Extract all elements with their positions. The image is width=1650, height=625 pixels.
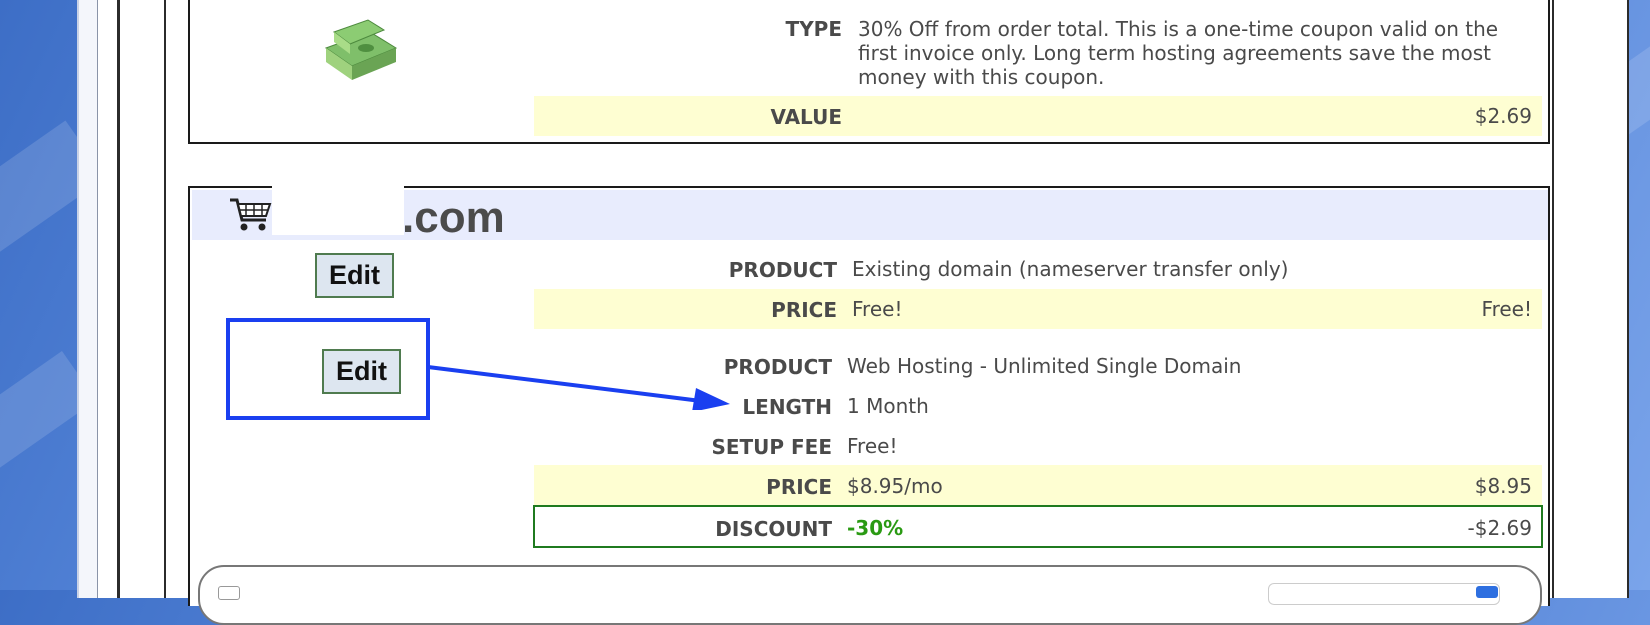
domain-suffix: .com (402, 193, 505, 242)
next-panel-checkbox[interactable] (218, 586, 240, 600)
coupon-value-amount: $2.69 (1474, 104, 1532, 128)
next-panel-toggle[interactable] (1476, 586, 1498, 598)
hosting-price-label: PRICE (766, 475, 832, 499)
hosting-product-value: Web Hosting - Unlimited Single Domain (847, 354, 1242, 378)
domain-price-amount: Free! (1481, 297, 1532, 321)
redacted-domain-name (272, 185, 404, 235)
next-panel-field[interactable] (1268, 583, 1500, 605)
hosting-discount-amount: -$2.69 (1467, 516, 1532, 540)
hosting-length-value: 1 Month (847, 394, 929, 418)
shopping-cart-icon (228, 194, 272, 234)
coupon-type-line-1: 30% Off from order total. This is a one-… (858, 17, 1499, 41)
hosting-discount-label: DISCOUNT (715, 517, 832, 541)
hosting-setup-label: SETUP FEE (711, 435, 832, 459)
domain-product-label: PRODUCT (728, 258, 837, 282)
money-stack-icon (320, 18, 400, 84)
hosting-setup-value: Free! (847, 434, 898, 458)
hosting-price-value: $8.95/mo (847, 474, 943, 498)
coupon-type-label: TYPE (785, 17, 842, 41)
coupon-type-line-3: money with this coupon. (858, 65, 1105, 89)
coupon-type-line-2: first invoice only. Long term hosting ag… (858, 41, 1491, 65)
coupon-value-label: VALUE (770, 105, 842, 129)
hosting-discount-value: -30% (847, 516, 904, 540)
hosting-price-amount: $8.95 (1474, 474, 1532, 498)
domain-product-value: Existing domain (nameserver transfer onl… (852, 257, 1289, 281)
domain-price-label: PRICE (771, 298, 837, 322)
edit-hosting-button[interactable]: Edit (322, 349, 401, 394)
domain-price-value: Free! (852, 297, 903, 321)
hosting-length-label: LENGTH (742, 395, 832, 419)
hosting-product-label: PRODUCT (723, 355, 832, 379)
edit-domain-button[interactable]: Edit (315, 253, 394, 298)
